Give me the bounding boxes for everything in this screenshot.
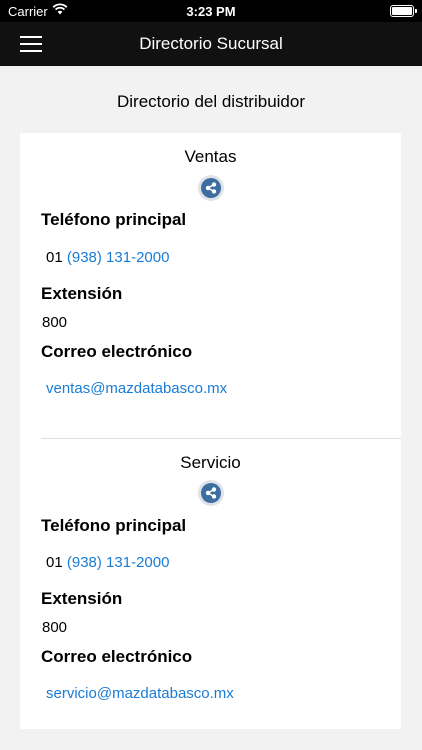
extension-value: 800 bbox=[42, 314, 68, 331]
share-icon[interactable] bbox=[198, 480, 224, 506]
phone-prefix: 01 bbox=[46, 554, 63, 571]
share-icon[interactable] bbox=[198, 175, 224, 201]
section-title-ventas: Ventas bbox=[184, 147, 237, 166]
nav-title: Directorio Sucursal bbox=[139, 34, 283, 53]
phone-link[interactable]: (938) 131-2000 bbox=[67, 249, 170, 266]
battery-icon bbox=[390, 5, 417, 17]
extension-label: Extensión bbox=[41, 284, 123, 303]
section-title-servicio: Servicio bbox=[180, 453, 241, 472]
extension-value: 800 bbox=[42, 619, 68, 636]
status-bar: Carrier 3:23 PM bbox=[0, 0, 422, 22]
section-divider bbox=[41, 438, 401, 439]
status-time: 3:23 PM bbox=[186, 4, 236, 19]
phone-row: 01 (938) 131-2000 bbox=[46, 554, 169, 571]
phone-label: Teléfono principal bbox=[41, 210, 187, 229]
extension-label: Extensión bbox=[41, 589, 123, 608]
phone-label: Teléfono principal bbox=[41, 516, 187, 535]
phone-row: 01 (938) 131-2000 bbox=[46, 249, 169, 266]
email-link[interactable]: servicio@mazdatabasco.mx bbox=[46, 685, 234, 702]
email-label: Correo electrónico bbox=[41, 342, 193, 361]
email-link[interactable]: ventas@mazdatabasco.mx bbox=[46, 380, 227, 397]
phone-link[interactable]: (938) 131-2000 bbox=[67, 554, 170, 571]
email-label: Correo electrónico bbox=[41, 647, 193, 666]
phone-prefix: 01 bbox=[46, 249, 63, 266]
page-title: Directorio del distribuidor bbox=[116, 92, 306, 111]
directory-card: Ventas Teléfono principal 01 (938) 131-2… bbox=[20, 133, 401, 729]
nav-bar: Directorio Sucursal bbox=[0, 22, 422, 66]
